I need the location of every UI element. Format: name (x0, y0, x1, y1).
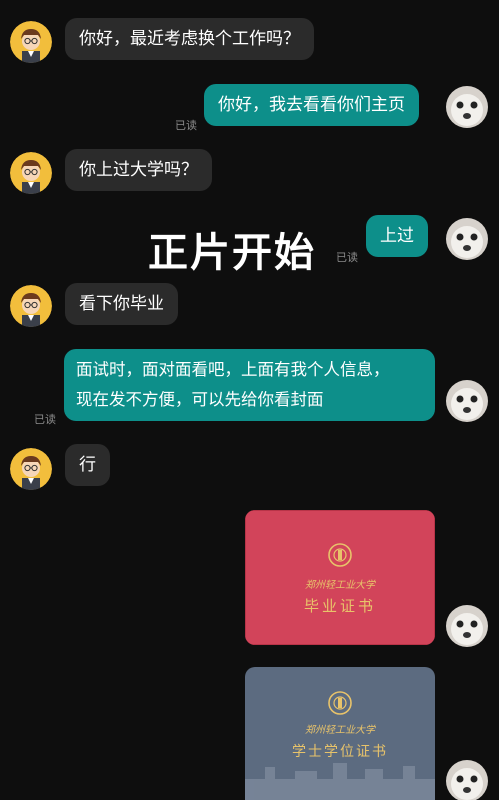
overlay-caption: 正片开始 (148, 230, 316, 276)
message-bubble[interactable]: 你好，我去看看你们主页 (204, 84, 419, 126)
campus-building-watermark (245, 763, 435, 800)
my-avatar[interactable] (446, 605, 488, 647)
certificate-title: 毕业证书 (304, 597, 376, 615)
my-avatar[interactable] (446, 86, 488, 128)
message-bubble[interactable]: 你上过大学吗？ (65, 149, 212, 191)
degree-certificate-image[interactable]: 郑州轻工业大学 学士学位证书 (245, 667, 435, 800)
certificate-school-name: 郑州轻工业大学 (305, 579, 376, 591)
read-receipt: 已读 (34, 413, 56, 426)
certificate-school-name: 郑州轻工业大学 (305, 724, 376, 736)
message-bubble[interactable]: 上过 (366, 215, 428, 257)
certificate-title: 学士学位证书 (292, 744, 388, 760)
recruiter-avatar[interactable] (10, 152, 52, 194)
read-receipt: 已读 (175, 119, 197, 132)
graduation-certificate-image[interactable]: 郑州轻工业大学 毕业证书 (245, 510, 435, 645)
my-avatar[interactable] (446, 760, 488, 800)
recruiter-avatar[interactable] (10, 448, 52, 490)
chat-view: 你好，最近考虑换个工作吗？ 已读 你好，我去看看你们主页 你上过大学吗？ 正片开… (0, 0, 499, 800)
message-line: 现在发不方便，可以先给你看封面 (76, 390, 324, 409)
recruiter-avatar[interactable] (10, 21, 52, 63)
message-bubble[interactable]: 你好，最近考虑换个工作吗？ (65, 18, 314, 60)
message-bubble[interactable]: 看下你毕业 (65, 283, 178, 325)
my-avatar[interactable] (446, 218, 488, 260)
my-avatar[interactable] (446, 380, 488, 422)
recruiter-avatar[interactable] (10, 285, 52, 327)
message-bubble[interactable]: 行 (65, 444, 110, 486)
message-bubble[interactable]: 面试时，面对面看吧，上面有我个人信息， 现在发不方便，可以先给你看封面 (64, 349, 435, 421)
message-line: 面试时，面对面看吧，上面有我个人信息， (76, 360, 390, 379)
read-receipt: 已读 (336, 251, 358, 264)
